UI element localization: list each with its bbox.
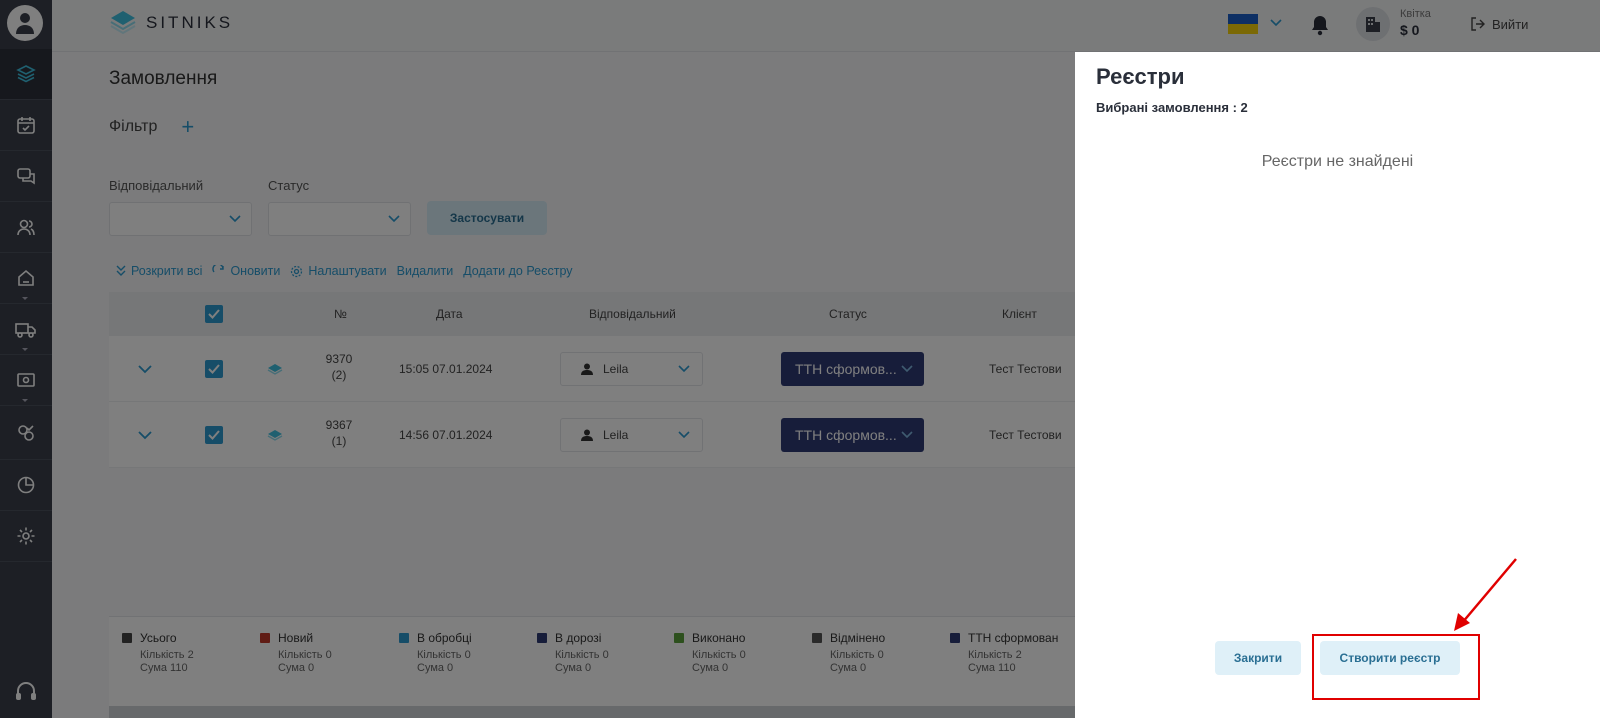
annotation-arrow-icon: [1454, 558, 1517, 631]
close-button[interactable]: Закрити: [1215, 641, 1301, 675]
selected-orders-count: Вибрані замовлення : 2: [1096, 100, 1248, 115]
registries-drawer: Реєстри Вибрані замовлення : 2 Реєстри н…: [1075, 52, 1600, 718]
drawer-title: Реєстри: [1096, 64, 1185, 89]
annotation-highlight-box: [1312, 634, 1480, 700]
empty-state-message: Реєстри не знайдені: [1261, 153, 1414, 170]
